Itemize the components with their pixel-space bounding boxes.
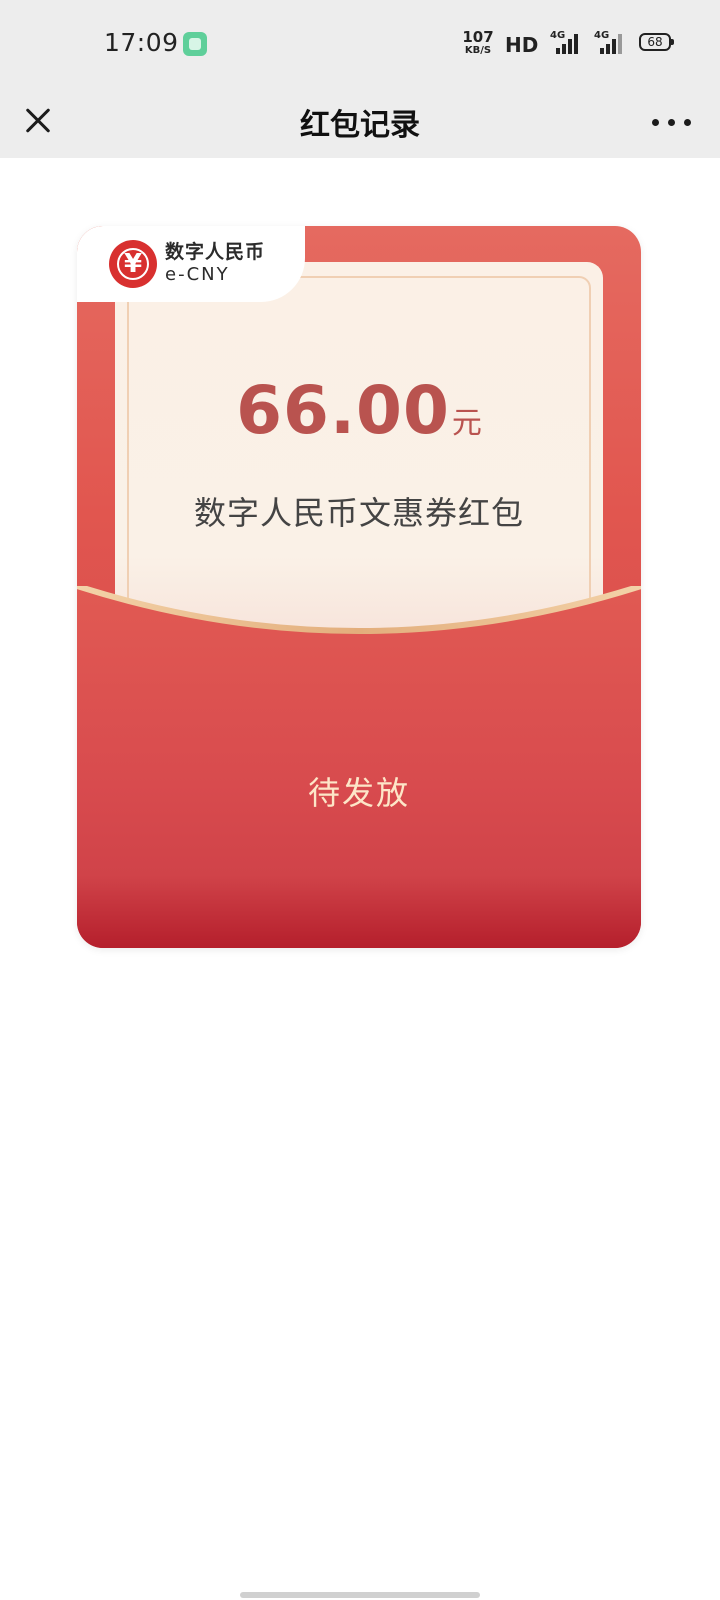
coupon-name: 数字人民币文惠券红包 (193, 494, 524, 532)
ecny-logo-icon: ¥ (109, 240, 157, 288)
amount-unit: 元 (451, 406, 482, 441)
issue-status: 待发放 (307, 774, 410, 812)
app-notification-icon (183, 32, 207, 56)
home-indicator[interactable] (240, 1592, 480, 1598)
signal-tag: 4G (550, 30, 566, 41)
signal-tag-2: 4G (594, 30, 610, 41)
ecny-brand-cn: 数字人民币 (165, 241, 266, 263)
ecny-brand-en: e-CNY (165, 264, 230, 285)
pocket-shape (77, 586, 641, 948)
ecny-logo-glyph: ¥ (123, 249, 143, 279)
battery-icon: 68 (639, 33, 674, 51)
red-packet-card[interactable]: ¥ 数字人民币 e-CNY 66.00元 数字人民币文惠券红包 待发放 (77, 226, 641, 948)
close-icon[interactable] (16, 98, 60, 142)
ecny-badge: ¥ 数字人民币 e-CNY (77, 226, 305, 302)
amount-value: 66.00 (236, 372, 450, 449)
ecny-brand: 数字人民币 e-CNY (165, 240, 265, 286)
network-speed-value: 107 (462, 28, 494, 46)
hd-indicator: HD (505, 33, 539, 57)
nav-bar: 红包记录 (0, 86, 720, 158)
signal-strength-icon-2: 4G (594, 30, 630, 56)
network-speed: 107 KB/S (462, 30, 494, 56)
status-bar: 17:09 107 KB/S HD 4G 4G 68 (0, 0, 720, 86)
amount: 66.00元 (77, 372, 641, 449)
network-speed-unit: KB/S (464, 45, 492, 56)
signal-strength-icon: 4G (550, 30, 586, 56)
status-time: 17:09 (104, 28, 179, 57)
page-title: 红包记录 (300, 108, 420, 143)
more-options-icon[interactable] (650, 100, 694, 144)
red-packet-pocket (77, 586, 641, 948)
